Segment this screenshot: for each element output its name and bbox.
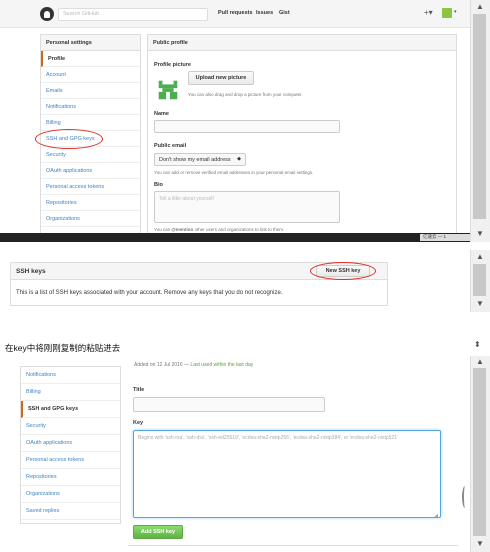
sidebar-item-emails[interactable]: Emails — [41, 83, 140, 99]
scrollbar-thumb[interactable] — [473, 368, 486, 536]
profile-settings-screenshot: Search GitHub Pull requests Issues Gist … — [0, 0, 490, 242]
taskbar-item: 亿速云 — 1 — [420, 234, 470, 241]
sidebar-heading: Personal settings — [41, 35, 140, 51]
resize-handle-icon[interactable]: ◢ — [434, 513, 438, 519]
ssh-keys-screenshot: SSH keys New SSH key This is a list of S… — [0, 248, 490, 314]
add-ssh-key-screenshot: Added on 12 Jul 2016 — Last used within … — [0, 356, 490, 552]
bio-field[interactable]: Tell a little about yourself — [154, 191, 340, 223]
profile-picture-label: Profile picture — [154, 62, 191, 68]
scrollbar-thumb[interactable] — [473, 264, 486, 296]
avatar[interactable] — [442, 8, 452, 18]
select-value: Don't show my email address — [159, 157, 231, 163]
search-input[interactable]: Search GitHub — [58, 8, 208, 21]
ssh-keys-description: This is a list of SSH keys associated wi… — [16, 290, 283, 296]
github-logo-icon[interactable] — [40, 7, 54, 21]
chevron-down-icon[interactable]: ▾ — [454, 9, 457, 15]
scroll-up-icon[interactable]: ▲ — [474, 252, 486, 261]
settings-sidebar: Notifications Billing SSH and GPG keys S… — [20, 366, 121, 524]
sidebar-item-oauth-applications[interactable]: OAuth applications — [21, 435, 120, 452]
key-field[interactable]: Begins with 'ssh-rsa', 'ssh-dss', 'ssh-e… — [133, 430, 441, 518]
public-email-select[interactable]: Don't show my email address ◆ — [154, 153, 246, 166]
caption: 在key中将刚刚复制的粘贴进去 — [5, 343, 121, 353]
sidebar-item-ssh-gpg-keys[interactable]: SSH and GPG keys — [21, 401, 120, 418]
divider — [128, 545, 458, 546]
scrollbar-thumb[interactable] — [473, 14, 486, 219]
plus-icon[interactable]: +▾ — [424, 8, 433, 17]
sidebar-item-security[interactable]: Security — [21, 418, 120, 435]
mention-hint: You can @mention other users and organiz… — [154, 227, 285, 232]
sidebar-item-account[interactable]: Account — [41, 67, 140, 83]
sidebar-item-billing[interactable]: Billing — [41, 115, 140, 131]
taskbar — [0, 233, 470, 242]
sidebar-item-saved-replies[interactable]: Saved replies — [21, 503, 120, 520]
sidebar-item-repositories[interactable]: Repositories — [21, 469, 120, 486]
public-profile-panel: Public profile Profile picture Upload ne… — [147, 34, 457, 239]
sidebar-item-profile[interactable]: Profile — [41, 51, 140, 67]
nav-pull-requests[interactable]: Pull requests — [218, 10, 253, 16]
scroll-updown-icon[interactable]: ⬍ — [474, 340, 481, 349]
drag-hint: You can also drag and drop a picture fro… — [188, 92, 303, 97]
sidebar-item-oauth-applications[interactable]: OAuth applications — [41, 163, 140, 179]
sidebar-item-organizations[interactable]: Organizations — [21, 486, 120, 503]
ssh-keys-title: SSH keys — [16, 268, 46, 275]
key-label: Key — [133, 420, 144, 426]
scroll-down-icon[interactable]: ▼ — [474, 229, 486, 238]
sidebar-item-personal-access-tokens[interactable]: Personal access tokens — [41, 179, 140, 195]
panel-heading: Public profile — [148, 35, 456, 51]
scroll-up-icon[interactable]: ▲ — [474, 2, 486, 11]
sidebar-item-notifications[interactable]: Notifications — [41, 99, 140, 115]
sidebar-item-personal-access-tokens[interactable]: Personal access tokens — [21, 452, 120, 469]
sidebar-item-notifications[interactable]: Notifications — [21, 367, 120, 384]
sidebar-item-organizations[interactable]: Organizations — [41, 211, 140, 227]
annotation-oval — [310, 262, 376, 280]
public-email-label: Public email — [154, 143, 187, 149]
sidebar-item-security[interactable]: Security — [41, 147, 140, 163]
scroll-down-icon[interactable]: ▼ — [474, 299, 486, 308]
scroll-down-icon[interactable]: ▼ — [474, 539, 486, 548]
nav-gist[interactable]: Gist — [279, 10, 290, 16]
sidebar-item-repositories[interactable]: Repositories — [41, 195, 140, 211]
bio-label: Bio — [154, 182, 163, 188]
avatar — [154, 77, 182, 103]
annotation-oval — [35, 129, 103, 149]
add-ssh-key-button[interactable]: Add SSH key — [133, 525, 183, 539]
sidebar-item-billing[interactable]: Billing — [21, 384, 120, 401]
upload-picture-button[interactable]: Upload new picture — [188, 71, 254, 85]
chevron-updown-icon: ◆ — [237, 156, 241, 162]
key-added-info: Added on 12 Jul 2016 — Last used within … — [134, 362, 254, 368]
public-email-hint: You can add or remove verified email add… — [154, 170, 314, 175]
cursor-marker — [462, 486, 468, 508]
name-label: Name — [154, 111, 169, 117]
name-field[interactable] — [154, 120, 340, 133]
title-field[interactable] — [133, 397, 325, 412]
nav-issues[interactable]: Issues — [256, 10, 273, 16]
title-label: Title — [133, 387, 145, 393]
scroll-up-icon[interactable]: ▲ — [474, 357, 486, 366]
